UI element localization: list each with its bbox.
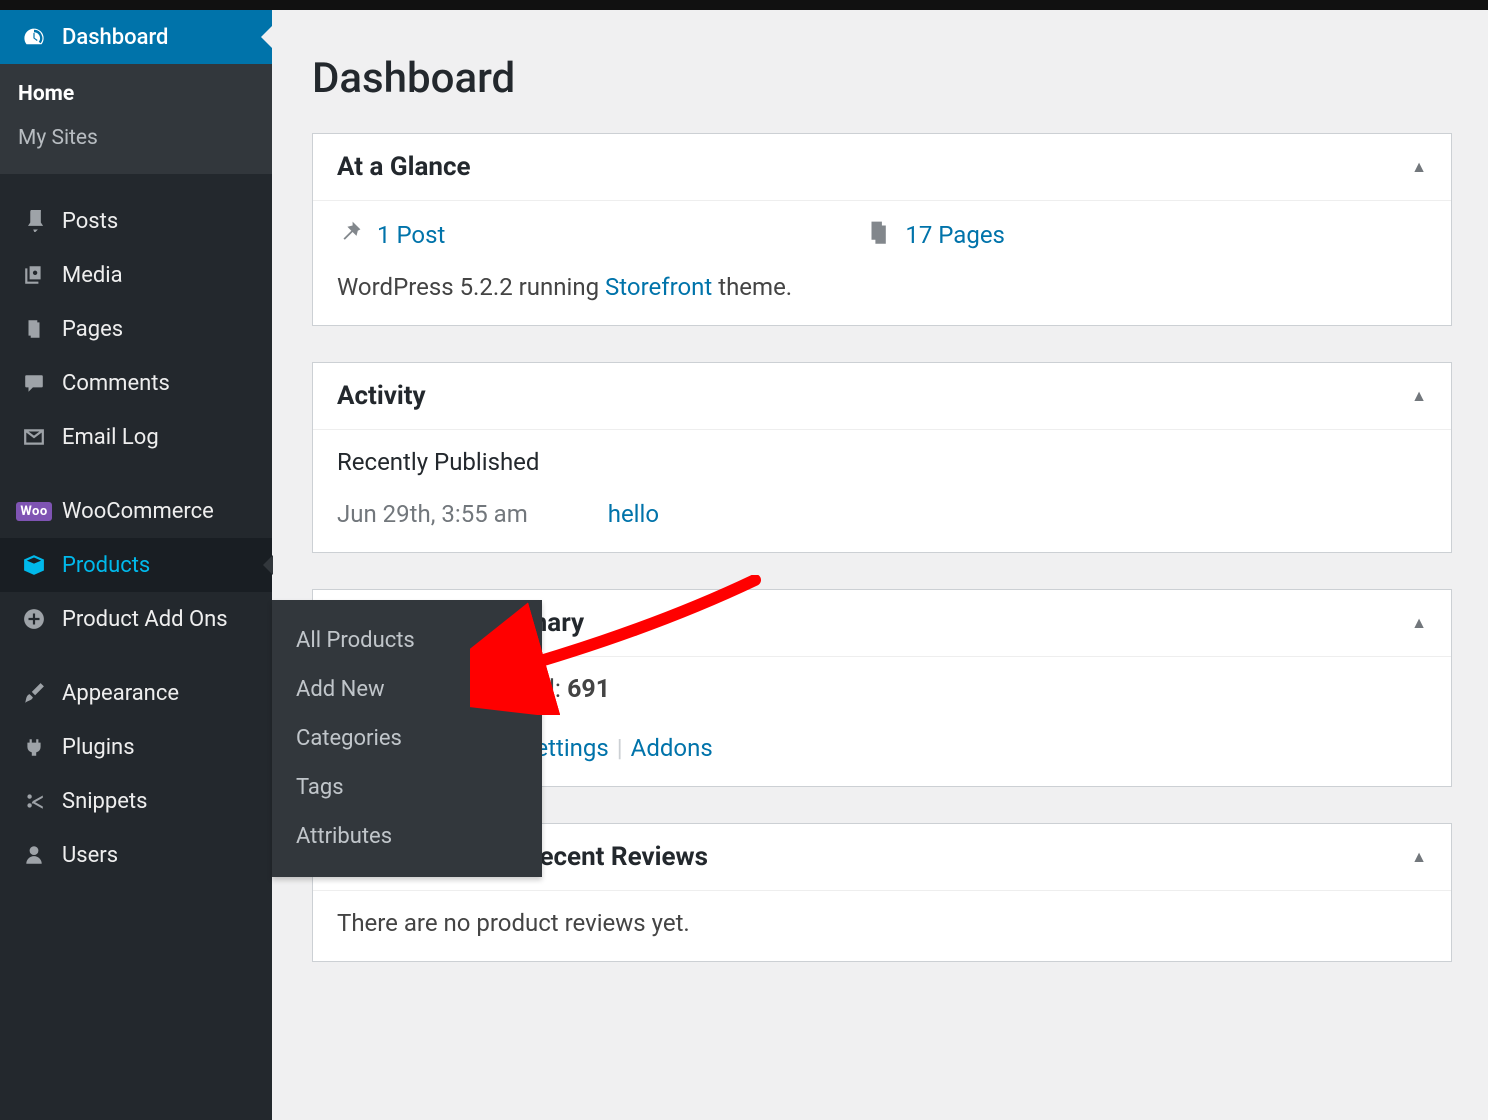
activity-post-link[interactable]: hello	[608, 500, 659, 528]
sidebar-item-label: Appearance	[62, 681, 179, 706]
glance-posts-link: 1 Post	[377, 221, 445, 249]
collapse-toggle[interactable]: ▲	[1411, 157, 1427, 177]
comment-icon	[18, 370, 50, 396]
page-title: Dashboard	[312, 54, 1452, 103]
brush-icon	[18, 680, 50, 706]
pin-icon	[18, 208, 50, 234]
sidebar-item-label: WooCommerce	[62, 499, 214, 524]
flyout-attributes[interactable]: Attributes	[272, 812, 542, 861]
scissors-icon	[18, 788, 50, 814]
sidebar-item-snippets[interactable]: Snippets	[0, 774, 272, 828]
products-flyout: All Products Add New Categories Tags Att…	[272, 600, 542, 877]
panel-title: At a Glance	[337, 152, 471, 182]
panel-title: Activity	[337, 381, 426, 411]
package-icon	[18, 552, 50, 578]
sidebar-item-users[interactable]: Users	[0, 828, 272, 882]
admin-sidebar: Dashboard Home My Sites Posts Media Page…	[0, 10, 272, 1120]
flyout-tags[interactable]: Tags	[272, 763, 542, 812]
collapse-toggle[interactable]: ▲	[1411, 613, 1427, 633]
flyout-all-products[interactable]: All Products	[272, 616, 542, 665]
glance-posts[interactable]: 1 Post	[337, 219, 445, 251]
user-icon	[18, 842, 50, 868]
sidebar-item-email-log[interactable]: Email Log	[0, 410, 272, 464]
main-content: Dashboard At a Glance ▲ 1 Post	[272, 10, 1488, 1120]
sidebar-item-label: Snippets	[62, 789, 148, 814]
panel-activity: Activity ▲ Recently Published Jun 29th, …	[312, 362, 1452, 553]
sidebar-item-label: Media	[62, 263, 123, 288]
submenu-my-sites[interactable]: My Sites	[0, 116, 272, 160]
collapse-toggle[interactable]: ▲	[1411, 386, 1427, 406]
admin-top-bar	[0, 0, 1488, 10]
pin-icon	[337, 219, 363, 251]
sidebar-item-woocommerce[interactable]: Woo WooCommerce	[0, 484, 272, 538]
pages-icon	[18, 316, 50, 342]
sidebar-item-label: Comments	[62, 371, 170, 396]
sidebar-item-label: Users	[62, 843, 118, 868]
sidebar-item-plugins[interactable]: Plugins	[0, 720, 272, 774]
dashboard-icon	[18, 24, 50, 50]
woocommerce-icon: Woo	[18, 498, 50, 524]
sidebar-item-dashboard[interactable]: Dashboard	[0, 10, 272, 64]
sidebar-item-label: Products	[62, 553, 150, 578]
sidebar-item-label: Posts	[62, 209, 118, 234]
sidebar-item-posts[interactable]: Posts	[0, 194, 272, 248]
flyout-categories[interactable]: Categories	[272, 714, 542, 763]
activity-date: Jun 29th, 3:55 am	[337, 500, 528, 528]
wp-version-info: WordPress 5.2.2 running Storefront theme…	[337, 273, 1427, 301]
theme-link[interactable]: Storefront	[605, 273, 712, 301]
flyout-add-new[interactable]: Add New	[272, 665, 542, 714]
pages-icon	[865, 219, 891, 251]
glance-pages[interactable]: 17 Pages	[865, 219, 1005, 251]
activity-section-heading: Recently Published	[337, 448, 1427, 476]
glance-pages-link: 17 Pages	[905, 221, 1005, 249]
sidebar-item-products[interactable]: Products	[0, 538, 272, 592]
sidebar-item-media[interactable]: Media	[0, 248, 272, 302]
sidebar-item-label: Dashboard	[62, 25, 168, 50]
mail-icon	[18, 424, 50, 450]
submenu-home[interactable]: Home	[0, 72, 272, 116]
sidebar-item-comments[interactable]: Comments	[0, 356, 272, 410]
link-addons[interactable]: Addons	[631, 734, 713, 762]
sidebar-item-label: Email Log	[62, 425, 159, 450]
plus-circle-icon	[18, 606, 50, 632]
reviews-empty-text: There are no product reviews yet.	[337, 909, 1427, 937]
media-icon	[18, 262, 50, 288]
sidebar-item-label: Plugins	[62, 735, 135, 760]
sidebar-item-pages[interactable]: Pages	[0, 302, 272, 356]
dashboard-submenu: Home My Sites	[0, 64, 272, 174]
panel-at-a-glance: At a Glance ▲ 1 Post 17 Pages	[312, 133, 1452, 326]
plugin-icon	[18, 734, 50, 760]
collapse-toggle[interactable]: ▲	[1411, 847, 1427, 867]
sidebar-item-product-addons[interactable]: Product Add Ons	[0, 592, 272, 646]
sidebar-item-appearance[interactable]: Appearance	[0, 666, 272, 720]
sidebar-item-label: Product Add Ons	[62, 607, 228, 632]
sidebar-item-label: Pages	[62, 317, 123, 342]
